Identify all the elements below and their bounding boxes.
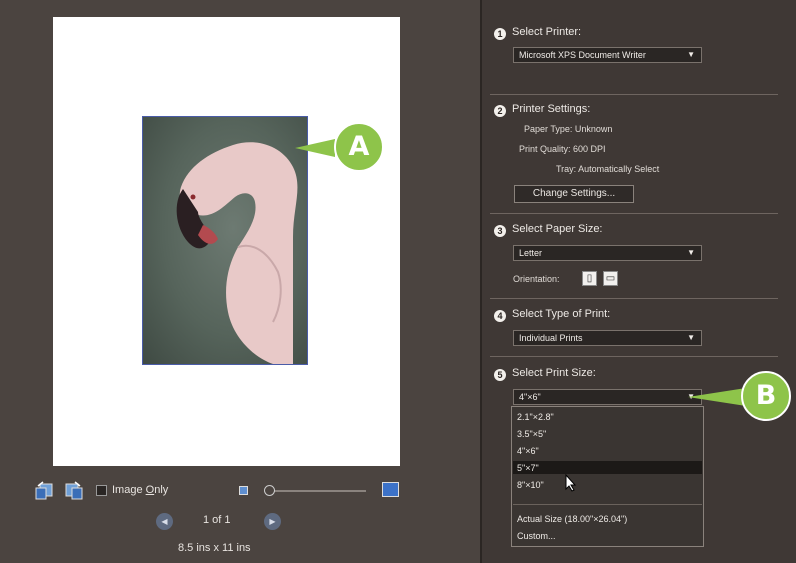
print-size-menu: 2.1"×2.8" 3.5"×5" 4"×6" 5"×7" 8"×10" Act… xyxy=(511,406,704,547)
zoom-in-icon[interactable] xyxy=(382,482,399,497)
page-indicator: 1 of 1 xyxy=(203,514,231,526)
print-size-value: 4"×6" xyxy=(519,392,541,402)
section-divider xyxy=(490,356,778,357)
printer-dropdown[interactable]: Microsoft XPS Document Writer ▼ xyxy=(513,47,702,63)
landscape-orientation-icon[interactable]: ▭ xyxy=(603,271,618,286)
menu-highlight xyxy=(513,461,702,474)
step-4-badge: 4 xyxy=(494,310,506,322)
menu-item-custom[interactable]: Custom... xyxy=(517,531,556,541)
portrait-orientation-icon[interactable]: ▯ xyxy=(582,271,597,286)
paper-dimensions: 8.5 ins x 11 ins xyxy=(178,542,251,554)
zoom-out-icon[interactable] xyxy=(239,486,248,495)
step-3-badge: 3 xyxy=(494,225,506,237)
print-quality-info: Print Quality: 600 DPI xyxy=(519,144,606,154)
paper-size-value: Letter xyxy=(519,248,543,258)
callout-a-pointer xyxy=(295,139,335,157)
orientation-label: Orientation: xyxy=(513,274,560,284)
callout-b-pointer xyxy=(688,388,746,406)
menu-item-3.5x5[interactable]: 3.5"×5" xyxy=(517,429,546,439)
chevron-down-icon: ▼ xyxy=(687,333,695,342)
print-size-dropdown[interactable]: 4"×6" ▼ xyxy=(513,389,702,405)
paper-size-title: Select Paper Size: xyxy=(512,223,603,235)
menu-item-2.1x2.8[interactable]: 2.1"×2.8" xyxy=(517,412,554,422)
zoom-slider-track[interactable] xyxy=(270,490,366,492)
print-type-dropdown[interactable]: Individual Prints ▼ xyxy=(513,330,702,346)
image-only-label: Image Only xyxy=(112,484,169,496)
rotate-right-icon[interactable] xyxy=(64,481,83,500)
next-page-button[interactable]: ▶ xyxy=(264,513,281,530)
callout-b: B xyxy=(741,371,791,421)
image-only-checkbox[interactable] xyxy=(96,485,107,496)
step-1-badge: 1 xyxy=(494,28,506,40)
flamingo-image xyxy=(176,142,298,364)
menu-item-actual-size[interactable]: Actual Size (18.00"×26.04") xyxy=(517,514,627,524)
paper-size-dropdown[interactable]: Letter ▼ xyxy=(513,245,702,261)
menu-item-5x7[interactable]: 5"×7" xyxy=(517,463,539,473)
section-divider xyxy=(490,213,778,214)
previous-page-button[interactable]: ◀ xyxy=(156,513,173,530)
mouse-cursor-icon xyxy=(565,474,577,492)
print-type-title: Select Type of Print: xyxy=(512,308,611,320)
chevron-down-icon: ▼ xyxy=(687,50,695,59)
rotate-left-icon[interactable] xyxy=(35,481,54,500)
menu-item-8x10[interactable]: 8"×10" xyxy=(517,480,544,490)
zoom-slider-thumb[interactable] xyxy=(264,485,275,496)
menu-divider xyxy=(513,504,702,505)
step-5-badge: 5 xyxy=(494,369,506,381)
section-divider xyxy=(490,94,778,95)
preview-photo[interactable] xyxy=(142,116,308,365)
printer-value: Microsoft XPS Document Writer xyxy=(519,50,646,60)
menu-item-4x6[interactable]: 4"×6" xyxy=(517,446,539,456)
chevron-down-icon: ▼ xyxy=(687,248,695,257)
tray-info: Tray: Automatically Select xyxy=(556,164,660,174)
section-divider xyxy=(490,298,778,299)
print-size-title: Select Print Size: xyxy=(512,367,596,379)
printer-settings-title: Printer Settings: xyxy=(512,103,591,115)
callout-a: A xyxy=(334,122,384,172)
step-2-badge: 2 xyxy=(494,105,506,117)
paper-type-info: Paper Type: Unknown xyxy=(524,124,613,134)
select-printer-title: Select Printer: xyxy=(512,26,582,38)
print-type-value: Individual Prints xyxy=(519,333,583,343)
change-settings-button[interactable]: Change Settings... xyxy=(514,185,634,203)
